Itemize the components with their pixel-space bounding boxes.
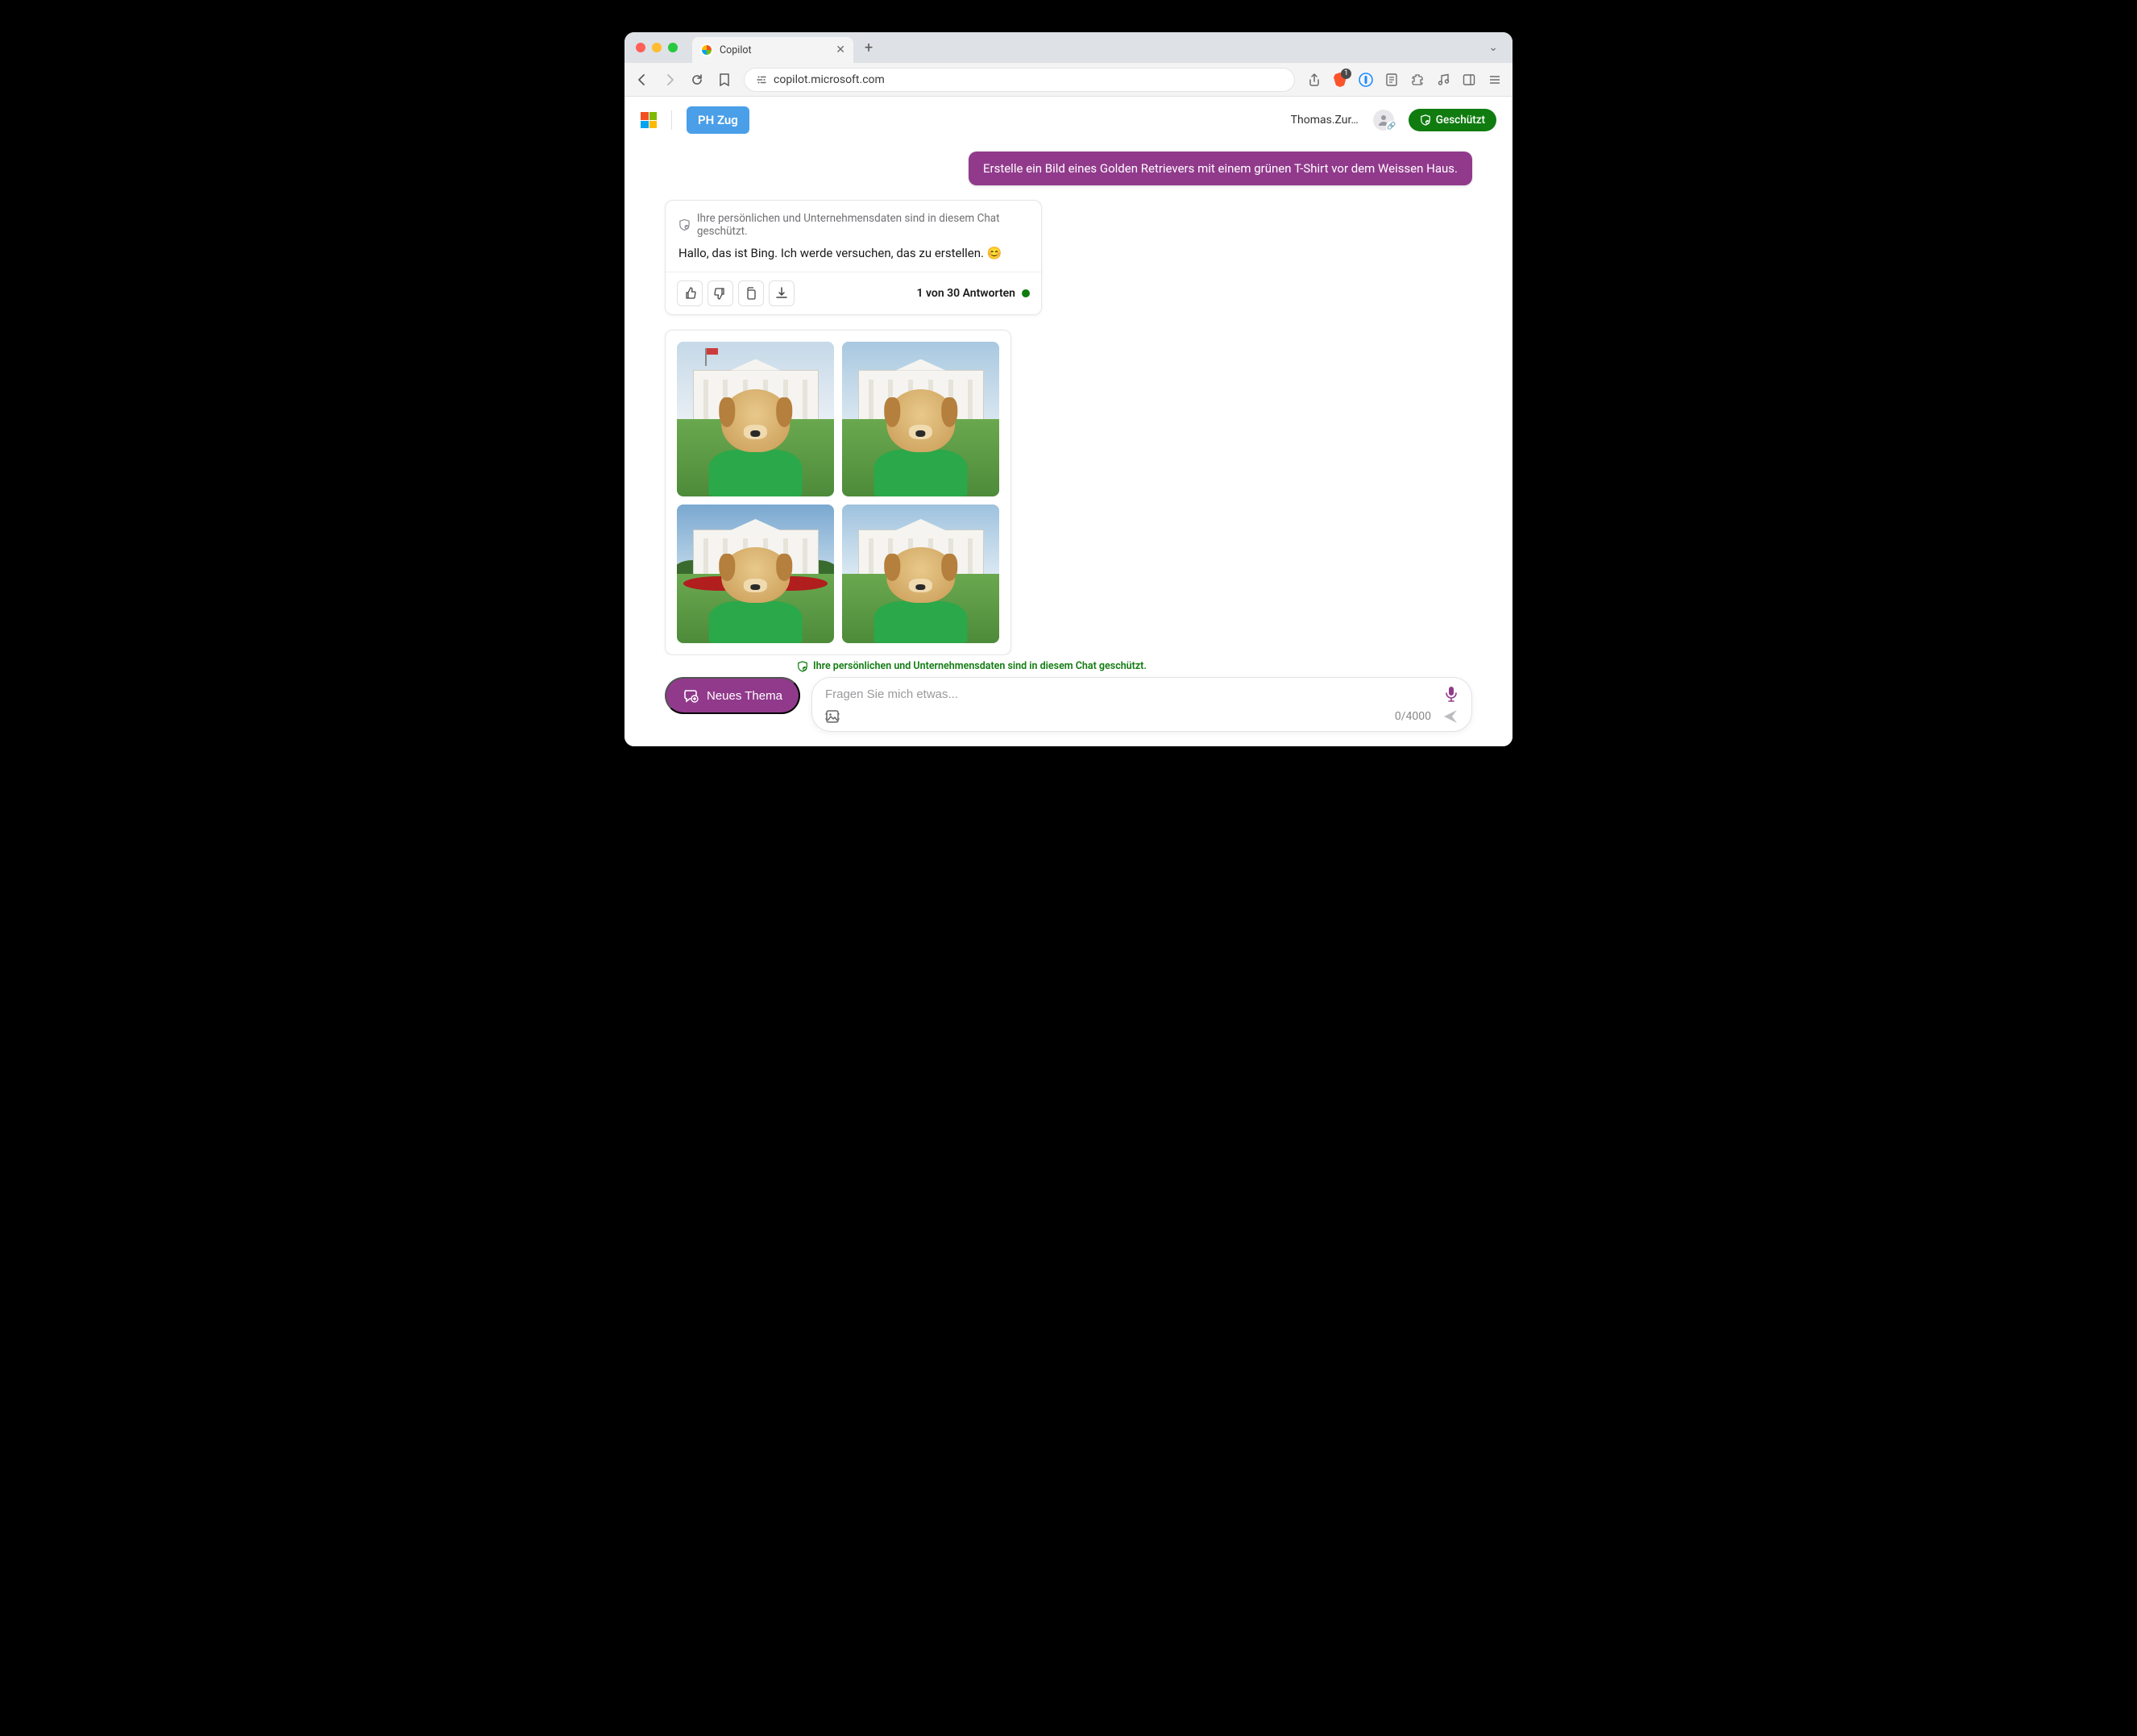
shield-icon xyxy=(1420,114,1431,126)
composer-privacy-notice: Ihre persönlichen und Unternehmensdaten … xyxy=(797,660,1472,672)
tab-overflow-icon[interactable]: ⌄ xyxy=(1488,41,1498,54)
new-topic-button[interactable]: Neues Thema xyxy=(665,677,800,714)
share-icon[interactable] xyxy=(1306,72,1322,88)
menu-icon[interactable] xyxy=(1487,72,1503,88)
status-dot xyxy=(1022,289,1030,297)
send-button[interactable] xyxy=(1442,708,1459,725)
microsoft-logo[interactable] xyxy=(641,112,657,128)
onepassword-icon[interactable] xyxy=(1358,72,1374,88)
forward-button[interactable] xyxy=(662,72,678,88)
toolbar-right: 1 xyxy=(1306,72,1503,88)
image-results-card xyxy=(665,330,1011,655)
browser-toolbar: copilot.microsoft.com 1 xyxy=(625,63,1512,97)
image-input-button[interactable] xyxy=(825,709,840,724)
site-settings-icon[interactable] xyxy=(756,74,767,85)
browser-tab[interactable]: Copilot ✕ xyxy=(692,37,853,63)
dislike-button[interactable] xyxy=(707,280,733,306)
protected-badge[interactable]: Geschützt xyxy=(1409,109,1496,131)
reload-button[interactable] xyxy=(689,72,705,88)
composer-card: 0/4000 xyxy=(811,677,1472,732)
ai-response-meta: 1 von 30 Antworten xyxy=(666,272,1041,314)
close-tab-icon[interactable]: ✕ xyxy=(836,44,845,56)
copilot-favicon xyxy=(700,44,713,56)
microphone-icon[interactable] xyxy=(1444,686,1459,702)
sidebar-icon[interactable] xyxy=(1461,72,1477,88)
char-counter: 0/4000 xyxy=(1395,710,1431,723)
close-window-button[interactable] xyxy=(636,43,645,52)
maximize-window-button[interactable] xyxy=(668,43,678,52)
extensions-icon[interactable] xyxy=(1409,72,1425,88)
tab-title: Copilot xyxy=(720,44,752,56)
export-button[interactable] xyxy=(769,280,795,306)
ai-message-text: Hallo, das ist Bing. Ich werde versuchen… xyxy=(666,246,1041,272)
protected-label: Geschützt xyxy=(1436,114,1485,127)
org-badge[interactable]: PH Zug xyxy=(687,106,749,134)
generated-image-3[interactable] xyxy=(677,505,834,643)
address-bar[interactable]: copilot.microsoft.com xyxy=(744,68,1295,92)
avatar-link-icon: 🔗 xyxy=(1386,121,1397,132)
generated-image-2[interactable] xyxy=(842,342,999,496)
url-text: copilot.microsoft.com xyxy=(774,73,885,86)
privacy-text: Ihre persönlichen und Unternehmensdaten … xyxy=(697,212,1028,238)
ai-response-card: Ihre persönlichen und Unternehmensdaten … xyxy=(665,200,1042,315)
bookmark-button[interactable] xyxy=(716,72,732,88)
answer-counter: 1 von 30 Antworten xyxy=(917,287,1030,300)
chat-area: Erstelle ein Bild eines Golden Retriever… xyxy=(625,143,1512,655)
privacy-notice: Ihre persönlichen und Unternehmensdaten … xyxy=(666,201,1041,246)
back-button[interactable] xyxy=(634,72,650,88)
shields-badge: 1 xyxy=(1341,69,1351,79)
generated-image-1[interactable] xyxy=(677,342,834,496)
minimize-window-button[interactable] xyxy=(652,43,662,52)
like-button[interactable] xyxy=(677,280,703,306)
copilot-header: PH Zug Thomas.Zur… 🔗 Geschützt xyxy=(625,97,1512,143)
reader-icon[interactable] xyxy=(1384,72,1400,88)
music-icon[interactable] xyxy=(1435,72,1451,88)
composer-area: Ihre persönlichen und Unternehmensdaten … xyxy=(625,655,1512,746)
copy-button[interactable] xyxy=(738,280,764,306)
page-content: PH Zug Thomas.Zur… 🔗 Geschützt Erstelle … xyxy=(625,97,1512,746)
divider xyxy=(671,110,672,130)
avatar[interactable]: 🔗 xyxy=(1373,110,1394,131)
generated-image-4[interactable] xyxy=(842,505,999,643)
window-controls xyxy=(636,43,678,52)
user-message: Erstelle ein Bild eines Golden Retriever… xyxy=(969,152,1472,185)
browser-window: Copilot ✕ + ⌄ copilot.microsoft.com xyxy=(625,32,1512,746)
username-label: Thomas.Zur… xyxy=(1291,114,1359,127)
brave-shields-icon[interactable]: 1 xyxy=(1332,72,1348,88)
new-tab-button[interactable]: + xyxy=(865,39,873,56)
shield-icon xyxy=(797,661,808,672)
titlebar: Copilot ✕ + ⌄ xyxy=(625,32,1512,63)
new-topic-icon xyxy=(683,687,699,704)
shield-icon xyxy=(678,218,691,231)
chat-input[interactable] xyxy=(825,687,1436,701)
